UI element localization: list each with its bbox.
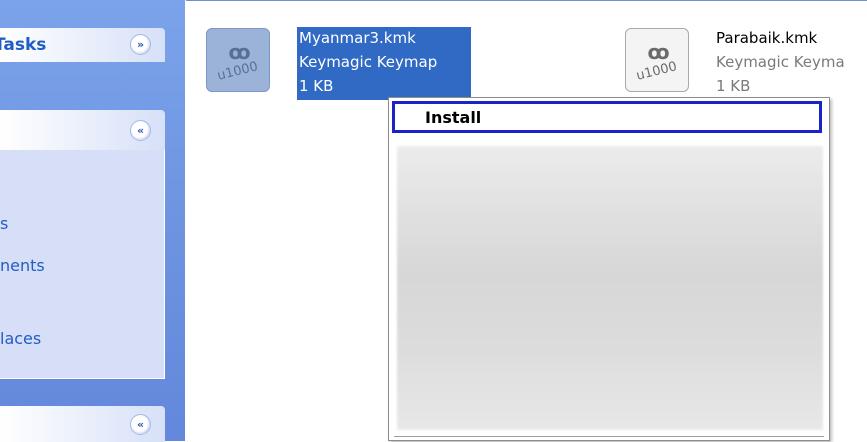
view-border (186, 0, 867, 1)
context-menu: Install (388, 97, 830, 441)
blurred-menu-items (397, 146, 823, 430)
file-type: Keymagic Keymap (299, 53, 438, 71)
task-group-title: Tasks (0, 35, 47, 55)
task-group-header-2[interactable]: « (0, 110, 165, 150)
expand-chevron-icon[interactable]: « (130, 414, 151, 435)
keymagic-logo-icon: ꝏ (647, 39, 669, 64)
task-link-1[interactable]: s (0, 214, 8, 233)
task-link-2[interactable]: nents (0, 256, 45, 275)
keymagic-logo-icon: ꝏ (228, 39, 250, 64)
task-link-3[interactable]: laces (0, 329, 41, 348)
file-name[interactable]: Parabaik.kmk (716, 29, 817, 48)
task-group-header-tasks[interactable]: Tasks » (0, 28, 165, 62)
file-size: 1 KB (716, 77, 751, 95)
menu-item-install[interactable]: Install (392, 101, 822, 133)
keymagic-file-icon[interactable]: ꝏ u1000 (625, 28, 689, 92)
keymagic-file-icon[interactable]: ꝏ u1000 (206, 28, 270, 92)
task-group-header-3[interactable]: « (0, 406, 165, 442)
file-name[interactable]: Myanmar3.kmk (299, 29, 416, 48)
file-type: Keymagic Keyma (716, 53, 845, 71)
task-pane: Tasks » « s nents laces « (0, 0, 185, 442)
task-group-body-2: s nents laces (0, 150, 165, 379)
menu-separator (394, 436, 824, 437)
collapse-chevron-icon[interactable]: » (130, 34, 151, 55)
expand-chevron-icon[interactable]: « (130, 120, 151, 141)
menu-item-label: Install (425, 108, 482, 127)
file-size: 1 KB (299, 77, 334, 95)
